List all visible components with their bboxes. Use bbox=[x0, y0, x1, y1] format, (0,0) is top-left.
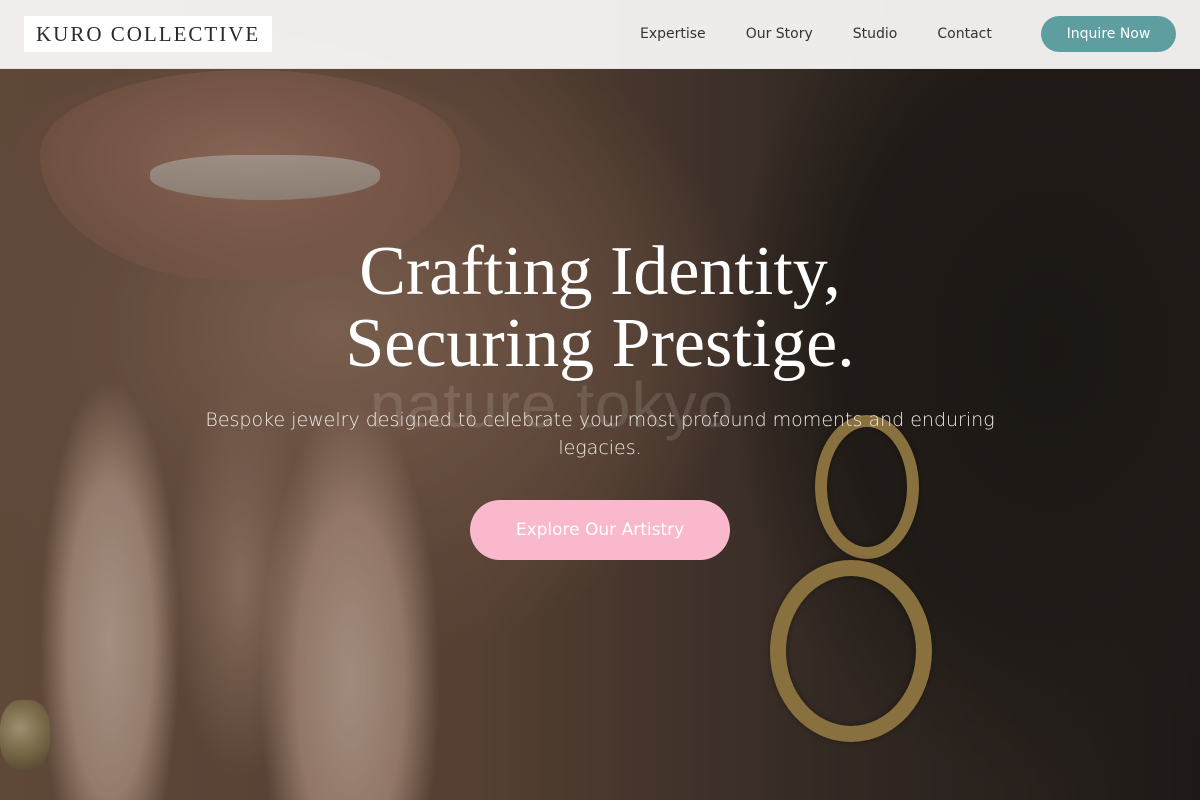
main-nav: Expertise Our Story Studio Contact bbox=[620, 0, 1012, 68]
nav-link-expertise[interactable]: Expertise bbox=[640, 26, 706, 42]
inquire-now-button[interactable]: Inquire Now bbox=[1041, 16, 1176, 52]
landing-page: nature tokyo Crafting Identity, Securing… bbox=[0, 0, 1200, 800]
hero-content: Crafting Identity, Securing Prestige. Be… bbox=[0, 236, 1200, 560]
hero-subtitle: Bespoke jewelry designed to celebrate yo… bbox=[205, 409, 995, 459]
hero-title: Crafting Identity, Securing Prestige. bbox=[0, 236, 1200, 380]
hero-title-line-2: Securing Prestige. bbox=[345, 305, 855, 382]
nav-link-contact[interactable]: Contact bbox=[937, 26, 991, 42]
site-header: KURO COLLECTIVE Expertise Our Story Stud… bbox=[0, 0, 1200, 69]
explore-artistry-button[interactable]: Explore Our Artistry bbox=[470, 500, 730, 560]
nav-link-our-story[interactable]: Our Story bbox=[746, 26, 813, 42]
brand-logo[interactable]: KURO COLLECTIVE bbox=[24, 16, 273, 52]
hero-title-line-1: Crafting Identity, bbox=[359, 233, 841, 310]
nav-link-studio[interactable]: Studio bbox=[853, 26, 898, 42]
